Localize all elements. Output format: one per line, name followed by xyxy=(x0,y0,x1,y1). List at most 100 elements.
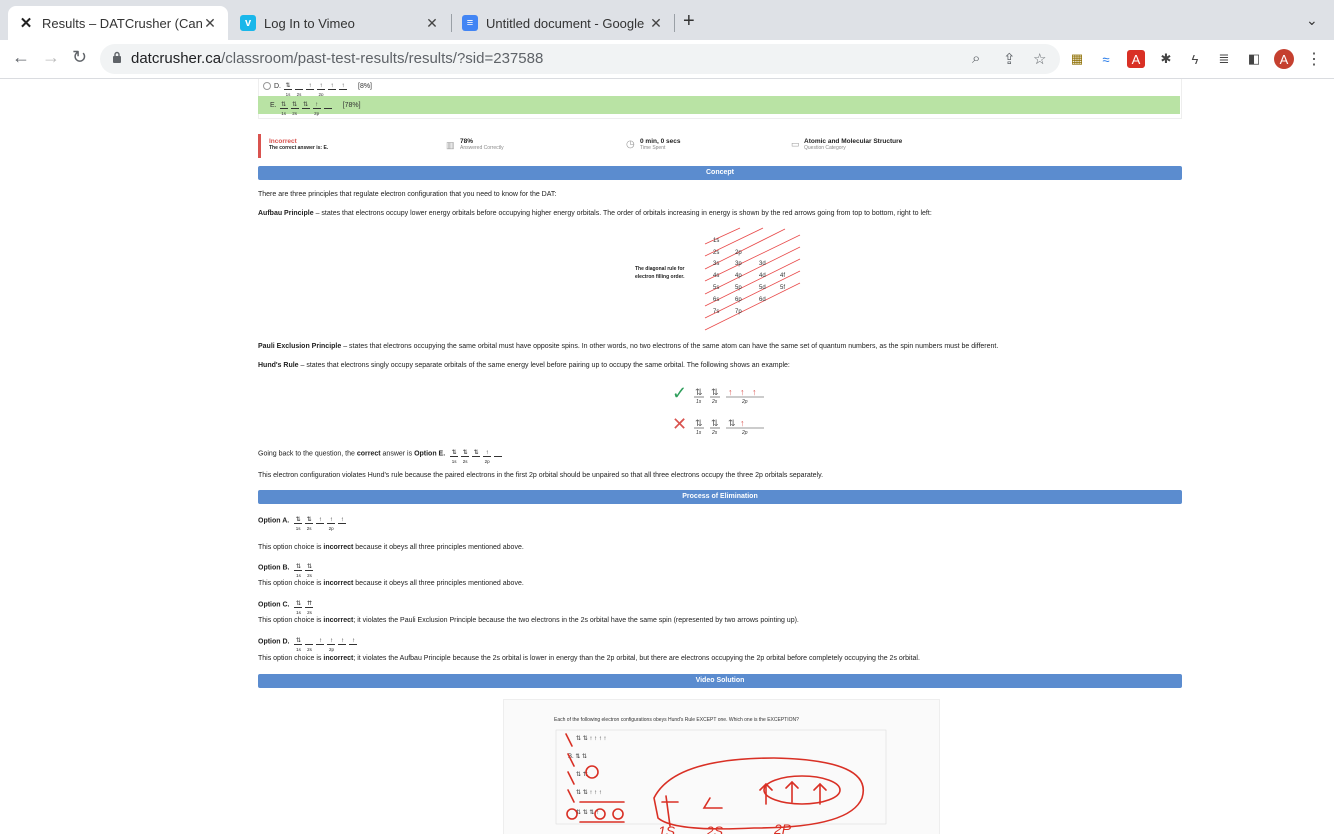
calendar-icon: ▭ xyxy=(791,139,800,149)
option-b-heading: Option B. ⇅ 1s ⇅ 2s xyxy=(258,564,314,578)
url-text[interactable]: datcrusher.ca/classroom/past-test-result… xyxy=(131,50,543,67)
media-queue-icon[interactable]: ≣ xyxy=(1215,50,1233,68)
forward-arrow-icon[interactable]: → xyxy=(42,47,60,68)
close-tab-icon[interactable]: ✕ xyxy=(648,15,664,32)
handwritten-2p: 2P xyxy=(773,821,792,834)
tab-title: Results – DATCrusher (Canadian xyxy=(42,15,202,31)
svg-text:↑: ↑ xyxy=(728,387,733,397)
svg-text:⇅: ⇅ xyxy=(711,387,719,397)
radio-icon[interactable] xyxy=(263,82,271,90)
aufbau-principle: Aufbau Principle – states that electrons… xyxy=(258,210,932,217)
option-percent: [8%] xyxy=(358,82,373,90)
profile-avatar[interactable]: A xyxy=(1274,49,1294,69)
video-solution-banner: Video Solution xyxy=(258,674,1182,688)
orbital-diagram: ⇅ 1s ⇅ 2s ⇅ ↑ 2p xyxy=(279,102,335,116)
option-c-explanation: This option choice is incorrect; it viol… xyxy=(258,617,799,624)
option-d-heading: Option D. ⇅ 1s 2s ↑ ↑ 2p ↑ ↑ xyxy=(258,638,360,652)
tab-vimeo[interactable]: v Log In to Vimeo ✕ xyxy=(230,6,450,40)
result-status: Incorrect The correct answer is: E. xyxy=(269,138,329,151)
svg-text:⇅ ⇅ ↑ ↑ ↑ ↑: ⇅ ⇅ ↑ ↑ ↑ ↑ xyxy=(576,736,606,742)
close-tab-icon[interactable]: ✕ xyxy=(424,15,440,32)
tab-title: Log In to Vimeo xyxy=(264,15,355,31)
tab-separator xyxy=(674,14,675,32)
address-bar[interactable]: datcrusher.ca/classroom/past-test-result… xyxy=(100,44,1060,74)
video-question-text: Each of the following electron configura… xyxy=(554,717,799,723)
option-b-explanation: This option choice is incorrect because … xyxy=(258,580,524,587)
option-letter: D. xyxy=(274,82,281,90)
tab-title: Untitled document - Google Docs xyxy=(486,15,648,31)
orbital-diagram: ⇅ 1s ⇅ 2s ⇅ ↑ 2p xyxy=(450,450,505,464)
handwritten-2s: 2S xyxy=(705,823,724,834)
reload-icon[interactable]: ↻ xyxy=(72,47,87,68)
datcrusher-x-icon: ✕ xyxy=(19,15,33,32)
svg-text:2p: 2p xyxy=(741,399,748,405)
option-c-heading: Option C. ⇅ 1s ⇈ 2s xyxy=(258,601,314,615)
cross-icon: ✕ xyxy=(672,414,688,434)
concept-intro: There are three principles that regulate… xyxy=(258,191,557,198)
chart-icon: ▥ xyxy=(446,140,455,150)
back-arrow-icon[interactable]: ← xyxy=(12,47,30,68)
svg-text:↑: ↑ xyxy=(752,387,757,397)
extension-bolt-icon[interactable]: ϟ xyxy=(1186,50,1204,68)
back-to-question: Going back to the question, the correct … xyxy=(258,450,505,464)
tab-google-docs[interactable]: ≡ Untitled document - Google Docs ✕ xyxy=(452,6,674,40)
extension-calculator-icon[interactable]: ▦ xyxy=(1068,50,1086,68)
option-letter: E. xyxy=(270,101,277,109)
svg-text:2s: 2s xyxy=(711,399,718,405)
diagonal-arrows xyxy=(704,227,801,331)
tab-strip: ✕ Results – DATCrusher (Canadian ✕ v Log… xyxy=(0,0,1334,40)
browser-menu-icon[interactable]: ⋮ xyxy=(1305,50,1323,68)
svg-text:2p: 2p xyxy=(741,430,748,436)
hund-correct-example: ✓ ⇅ ⇅ ↑ ↑ ↑ 1s 2s 2p xyxy=(672,384,772,406)
zoom-icon[interactable]: ⌕ xyxy=(972,50,980,67)
bookmark-star-icon[interactable]: ☆ xyxy=(1033,50,1046,68)
elimination-banner: Process of Elimination xyxy=(258,490,1182,504)
svg-text:⇅: ⇅ xyxy=(728,418,736,428)
extension-pdf-icon[interactable]: A xyxy=(1127,50,1145,68)
extensions-puzzle-icon[interactable]: ✱ xyxy=(1157,50,1175,68)
svg-text:⇅ ⇅ ↑ ↑ ↑: ⇅ ⇅ ↑ ↑ ↑ xyxy=(576,790,602,796)
close-tab-icon[interactable]: ✕ xyxy=(202,15,218,32)
page-content: D. ⇅ 1s 2s ↑ ↑ 2p ↑ ↑ [8%] E. ⇅ 1s ⇅ 2s ⇅ ↑ 2p [78%]… xyxy=(0,79,1334,834)
checkmark-icon: ✓ xyxy=(672,383,688,403)
diagonal-rule-diagram: The diagonal rule for electron filling o… xyxy=(635,227,805,332)
pauli-exclusion-principle: Pauli Exclusion Principle – states that … xyxy=(258,343,999,350)
google-docs-icon: ≡ xyxy=(462,15,478,31)
hunds-rule: Hund's Rule – states that electrons sing… xyxy=(258,362,790,369)
concept-banner: Concept xyxy=(258,166,1182,180)
new-tab-icon[interactable]: + xyxy=(683,10,695,33)
svg-text:↑: ↑ xyxy=(740,418,745,428)
svg-text:⇅: ⇅ xyxy=(695,387,703,397)
url-domain: datcrusher.ca xyxy=(131,50,222,67)
option-a-explanation: This option choice is incorrect because … xyxy=(258,544,524,551)
svg-text:⇅: ⇅ xyxy=(711,418,719,428)
orbital-box-diagram: ⇅ ⇅ ⇅ ↑ 1s 2s 2p xyxy=(694,418,764,436)
video-annotation-drawing: ⇅ ⇅ ↑ ↑ ↑ ↑ B. ⇅ ⇅ ⇅ ⇈ ⇅ ⇅ ↑ ↑ ↑ ⇅ ⇅ ⇅ ↑ xyxy=(555,729,887,834)
orbital-box-diagram: ⇅ ⇅ ↑ ↑ ↑ 1s 2s 2p xyxy=(694,387,764,405)
time-spent-stat: ◷ 0 min, 0 secs Time Spent xyxy=(626,138,681,151)
vimeo-icon: v xyxy=(240,15,256,31)
tab-datcrusher-results[interactable]: ✕ Results – DATCrusher (Canadian ✕ xyxy=(8,6,228,40)
side-panel-icon[interactable]: ◧ xyxy=(1245,50,1263,68)
extension-wave-icon[interactable]: ≈ xyxy=(1097,50,1115,68)
chevron-down-icon[interactable]: ⌄ xyxy=(1306,12,1318,29)
svg-text:2s: 2s xyxy=(711,430,718,436)
question-category-stat: ▭ Atomic and Molecular Structure Question… xyxy=(791,138,903,151)
option-a-heading: Option A. ⇅ 1s ⇅ 2s ↑ ↑ 2p ↑ xyxy=(258,517,349,531)
result-stats-bar: Incorrect The correct answer is: E. ▥ 78… xyxy=(258,134,1182,158)
share-icon[interactable]: ⇪ xyxy=(1003,50,1016,68)
video-player[interactable]: Each of the following electron configura… xyxy=(503,699,940,834)
option-d-explanation: This option choice is incorrect; it viol… xyxy=(258,655,920,662)
answer-option-d[interactable]: D. ⇅ 1s 2s ↑ ↑ 2p ↑ ↑ [8%] xyxy=(258,79,1180,97)
browser-toolbar: ← → ↻ datcrusher.ca/classroom/past-test-… xyxy=(0,40,1334,79)
svg-text:⇅: ⇅ xyxy=(695,418,703,428)
handwritten-1s: 1S xyxy=(658,823,676,834)
answer-option-e[interactable]: E. ⇅ 1s ⇅ 2s ⇅ ↑ 2p [78%] xyxy=(258,96,1180,116)
option-percent: [78%] xyxy=(342,101,361,109)
orbital-diagram: ⇅ 1s 2s ↑ ↑ 2p ↑ ↑ xyxy=(284,83,350,97)
svg-text:↑: ↑ xyxy=(740,387,745,397)
url-path: /classroom/past-test-results/results/?si… xyxy=(221,50,544,67)
clock-icon: ◷ xyxy=(626,139,635,150)
answered-correctly-stat: ▥ 78% Answered Correctly xyxy=(446,138,504,151)
svg-text:1s: 1s xyxy=(696,399,702,405)
